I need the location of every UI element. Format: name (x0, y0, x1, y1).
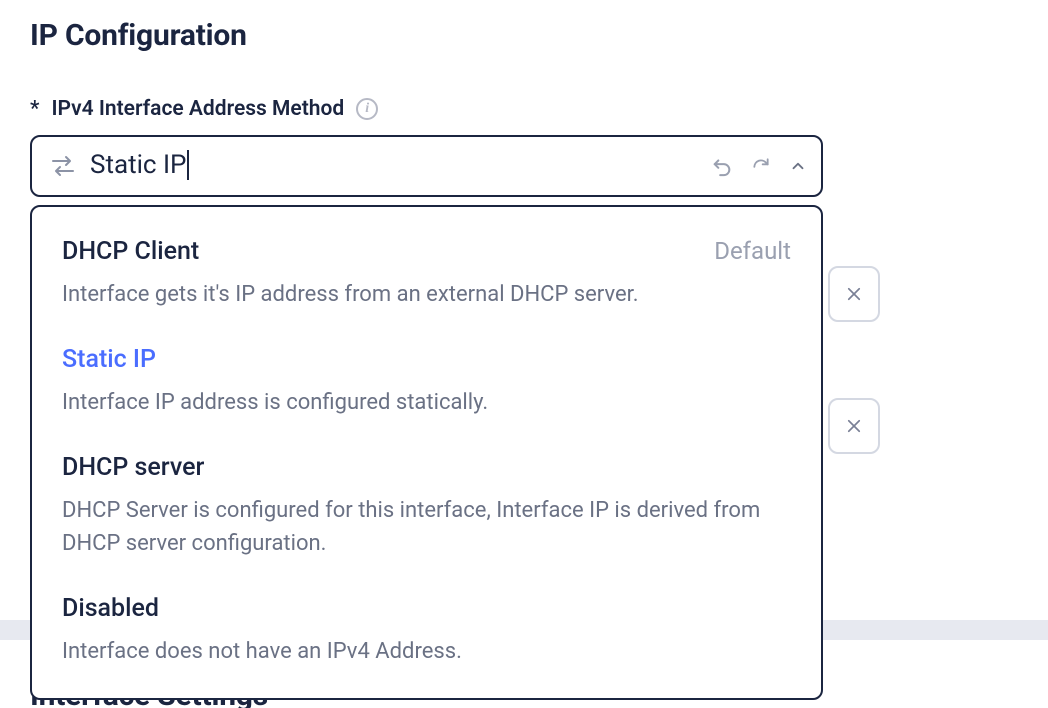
option-description: Interface IP address is configured stati… (62, 386, 791, 419)
combo-actions (711, 155, 807, 177)
text-caret (187, 150, 189, 180)
option-description: Interface does not have an IPv4 Address. (62, 635, 791, 668)
option-title: Disabled (62, 594, 159, 623)
required-marker: * (30, 97, 39, 121)
section-title: IP Configuration (30, 18, 1022, 53)
option-default-badge: Default (714, 237, 791, 265)
option-title: Static IP (62, 345, 156, 374)
clear-button[interactable] (828, 398, 880, 454)
address-method-combo: Static IP (30, 135, 823, 197)
chevron-up-icon[interactable] (789, 157, 807, 175)
option-title: DHCP server (62, 453, 204, 482)
swap-icon (50, 155, 76, 177)
option-title: DHCP Client (62, 237, 199, 266)
info-icon[interactable]: i (356, 98, 378, 120)
address-method-dropdown: DHCP Client Default Interface gets it's … (30, 205, 823, 700)
option-static-ip[interactable]: Static IP Interface IP address is config… (62, 341, 791, 449)
address-method-value: Static IP (90, 150, 697, 181)
clear-button[interactable] (828, 266, 880, 322)
field-label-row: * IPv4 Interface Address Method i (30, 97, 1022, 121)
undo-icon[interactable] (711, 155, 733, 177)
option-dhcp-client[interactable]: DHCP Client Default Interface gets it's … (62, 233, 791, 341)
refresh-icon[interactable] (751, 156, 771, 176)
option-description: Interface gets it's IP address from an e… (62, 278, 791, 311)
address-method-input[interactable]: Static IP (30, 135, 823, 197)
option-description: DHCP Server is configured for this inter… (62, 494, 791, 560)
field-label: IPv4 Interface Address Method (51, 97, 344, 121)
option-dhcp-server[interactable]: DHCP server DHCP Server is configured fo… (62, 449, 791, 590)
option-disabled[interactable]: Disabled Interface does not have an IPv4… (62, 590, 791, 672)
